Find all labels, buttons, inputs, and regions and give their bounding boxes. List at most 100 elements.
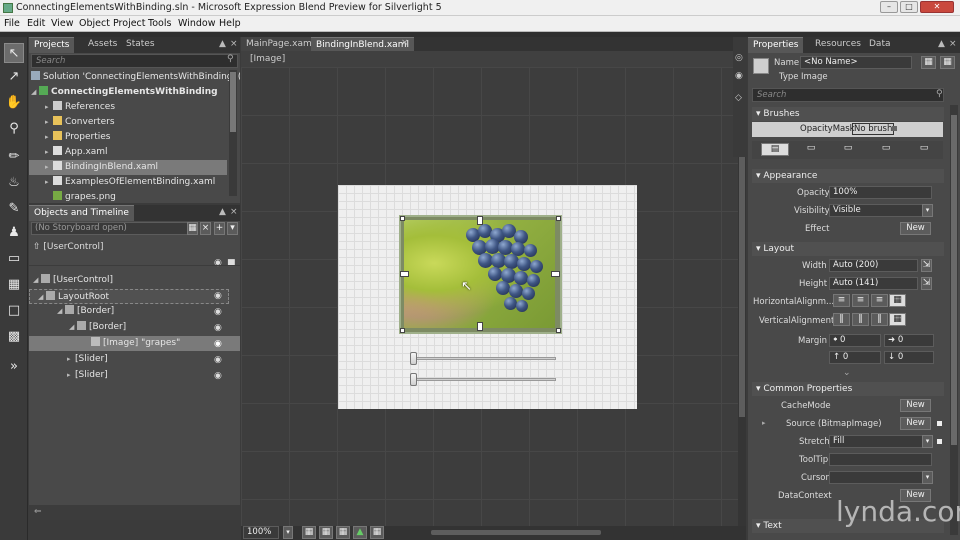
maximize-button[interactable]: □ xyxy=(900,1,918,13)
tab-projects[interactable]: Projects xyxy=(29,37,75,53)
gradient-brush-icon[interactable]: ▭ xyxy=(834,143,862,156)
paint-bucket-tool-icon[interactable]: ♨ xyxy=(4,173,24,193)
tree-references[interactable]: ▸ References xyxy=(45,100,240,115)
layout-header[interactable]: ▾ Layout xyxy=(752,242,944,256)
effects-toggle-icon[interactable]: ▦ xyxy=(302,526,316,539)
snap-lines-icon[interactable]: ▲ xyxy=(353,526,367,539)
margin-top-input[interactable]: ↑ 0 xyxy=(829,351,881,364)
menu-edit[interactable]: Edit xyxy=(27,18,45,29)
grapes-image[interactable] xyxy=(404,220,555,328)
lock-icon[interactable]: ■ xyxy=(227,258,236,268)
auto-width-icon[interactable]: ⇲ xyxy=(921,259,932,272)
menu-view[interactable]: View xyxy=(51,18,74,29)
menu-file[interactable]: File xyxy=(4,18,20,29)
menu-tools[interactable]: Tools xyxy=(148,18,171,29)
height-input[interactable]: Auto (141) xyxy=(829,277,918,290)
resize-handle[interactable] xyxy=(556,216,561,221)
properties-scrollbar[interactable] xyxy=(950,105,958,535)
stretch-select[interactable]: Fill xyxy=(829,435,932,448)
source-new-button[interactable]: New xyxy=(900,417,931,430)
visibility-select[interactable]: Visible xyxy=(829,204,932,217)
opacitymask-row[interactable]: OpacityMask No brush xyxy=(752,122,943,137)
tree-solution[interactable]: Solution 'ConnectingElementsWithBinding'… xyxy=(31,70,240,85)
tree-converters[interactable]: ▸ Converters xyxy=(45,115,240,130)
eye-icon[interactable]: ◉ xyxy=(214,323,222,333)
brush-transform-tool-icon[interactable]: ♟ xyxy=(4,223,24,243)
back-arrow-icon[interactable]: ⇐ xyxy=(34,507,42,517)
tree-project[interactable]: ◢ ConnectingElementsWithBinding xyxy=(31,85,240,100)
resize-handle[interactable] xyxy=(400,271,409,277)
tab-resources[interactable]: Resources xyxy=(810,37,866,53)
expand-arrow-icon[interactable]: ▸ xyxy=(45,145,53,160)
eyedropper-tool-icon[interactable]: ✏ xyxy=(4,147,24,167)
menu-project[interactable]: Project xyxy=(113,18,146,29)
expand-arrow-icon[interactable]: ▸ xyxy=(45,160,53,175)
zoom-field[interactable]: 100% xyxy=(243,526,279,539)
close-button[interactable]: ✕ xyxy=(920,1,954,13)
tree-bindinginblend-xaml[interactable]: ▸ BindingInBlend.xaml xyxy=(29,160,227,175)
breadcrumb[interactable]: [Image] xyxy=(250,54,285,64)
object-usercontrol[interactable]: ◢ [UserControl] xyxy=(33,273,243,288)
code-view-icon[interactable]: ◇ xyxy=(735,93,742,103)
expand-arrow-icon[interactable]: ▸ xyxy=(45,175,53,190)
textblock-tool-icon[interactable]: □ xyxy=(4,301,24,321)
pan-tool-icon[interactable]: ✋ xyxy=(4,93,24,113)
resize-handle[interactable] xyxy=(400,328,405,333)
pin-icon[interactable]: ▲ xyxy=(219,207,226,217)
no-brush-icon[interactable]: ▤ xyxy=(761,143,789,156)
align-bottom-icon[interactable]: ‖ xyxy=(871,313,888,326)
new-storyboard-icon[interactable]: + xyxy=(214,222,225,235)
expand-arrow-icon[interactable]: ▸ xyxy=(45,100,53,115)
expand-arrow-icon[interactable]: ▸ xyxy=(762,419,766,427)
grid-toggle-icon[interactable]: ▦ xyxy=(319,526,333,539)
brush-resource-icon[interactable]: ▭ xyxy=(910,143,938,156)
eye-icon[interactable]: ◉ xyxy=(214,258,222,268)
resize-handle[interactable] xyxy=(556,328,561,333)
margin-left-input[interactable]: 🠸 0 xyxy=(829,334,881,347)
selection-tool-icon[interactable]: ↖ xyxy=(4,43,24,63)
tab-properties[interactable]: Properties xyxy=(748,37,804,53)
collapse-arrow-icon[interactable]: ◢ xyxy=(57,304,65,319)
eye-icon[interactable]: ◉ xyxy=(214,339,222,349)
align-right-icon[interactable]: ≡ xyxy=(871,294,888,307)
stretch-marker[interactable] xyxy=(937,439,942,444)
name-input[interactable]: <No Name> xyxy=(800,56,912,69)
tree-properties[interactable]: ▸ Properties xyxy=(45,130,240,145)
slider-2-thumb[interactable] xyxy=(410,373,417,386)
canvas-hscroll[interactable] xyxy=(431,530,601,535)
properties-button-icon[interactable]: ▦ xyxy=(940,56,955,69)
eye-icon[interactable]: ◉ xyxy=(214,307,222,317)
slider-1-thumb[interactable] xyxy=(410,352,417,365)
advanced-marker[interactable] xyxy=(892,126,897,131)
panel-close-icon[interactable]: × xyxy=(230,207,238,217)
collapse-arrow-icon[interactable]: ◢ xyxy=(33,273,41,288)
panel-close-icon[interactable]: × xyxy=(230,39,238,49)
project-search-input[interactable]: Search xyxy=(31,54,238,68)
storyboard-options-icon[interactable]: ▦ xyxy=(187,222,198,235)
align-left-icon[interactable]: ≡ xyxy=(833,294,850,307)
margin-right-input[interactable]: ➜ 0 xyxy=(884,334,934,347)
pin-icon[interactable]: ▲ xyxy=(938,39,945,49)
asset-library-icon[interactable]: » xyxy=(4,357,24,377)
slider-1-track[interactable] xyxy=(411,357,556,360)
zoom-menu-icon[interactable]: ▾ xyxy=(283,526,293,539)
tab-objects-timeline[interactable]: Objects and Timeline xyxy=(29,205,134,221)
solid-brush-icon[interactable]: ▭ xyxy=(797,143,825,156)
resize-handle[interactable] xyxy=(400,216,405,221)
panel-close-icon[interactable]: × xyxy=(949,39,957,49)
view-icon[interactable]: ◉ xyxy=(735,71,743,81)
slider-2-track[interactable] xyxy=(411,378,556,381)
menu-object[interactable]: Object xyxy=(79,18,110,29)
storyboard-picker[interactable]: (No Storyboard open) xyxy=(31,222,197,235)
align-center-icon[interactable]: ≡ xyxy=(852,294,869,307)
scope-indicator[interactable]: ⇧ [UserControl] xyxy=(33,242,103,252)
events-button-icon[interactable]: ▦ xyxy=(921,56,936,69)
align-middle-icon[interactable]: ‖ xyxy=(852,313,869,326)
tooltip-input[interactable] xyxy=(829,453,932,466)
object-border-outer[interactable]: ◢ [Border] xyxy=(57,304,267,319)
menu-help[interactable]: Help xyxy=(219,18,241,29)
grid-tool-icon[interactable]: ▦ xyxy=(4,275,24,295)
tile-brush-icon[interactable]: ▭ xyxy=(872,143,900,156)
expand-arrow-icon[interactable]: ▸ xyxy=(45,130,53,145)
minimize-button[interactable]: – xyxy=(880,1,898,13)
